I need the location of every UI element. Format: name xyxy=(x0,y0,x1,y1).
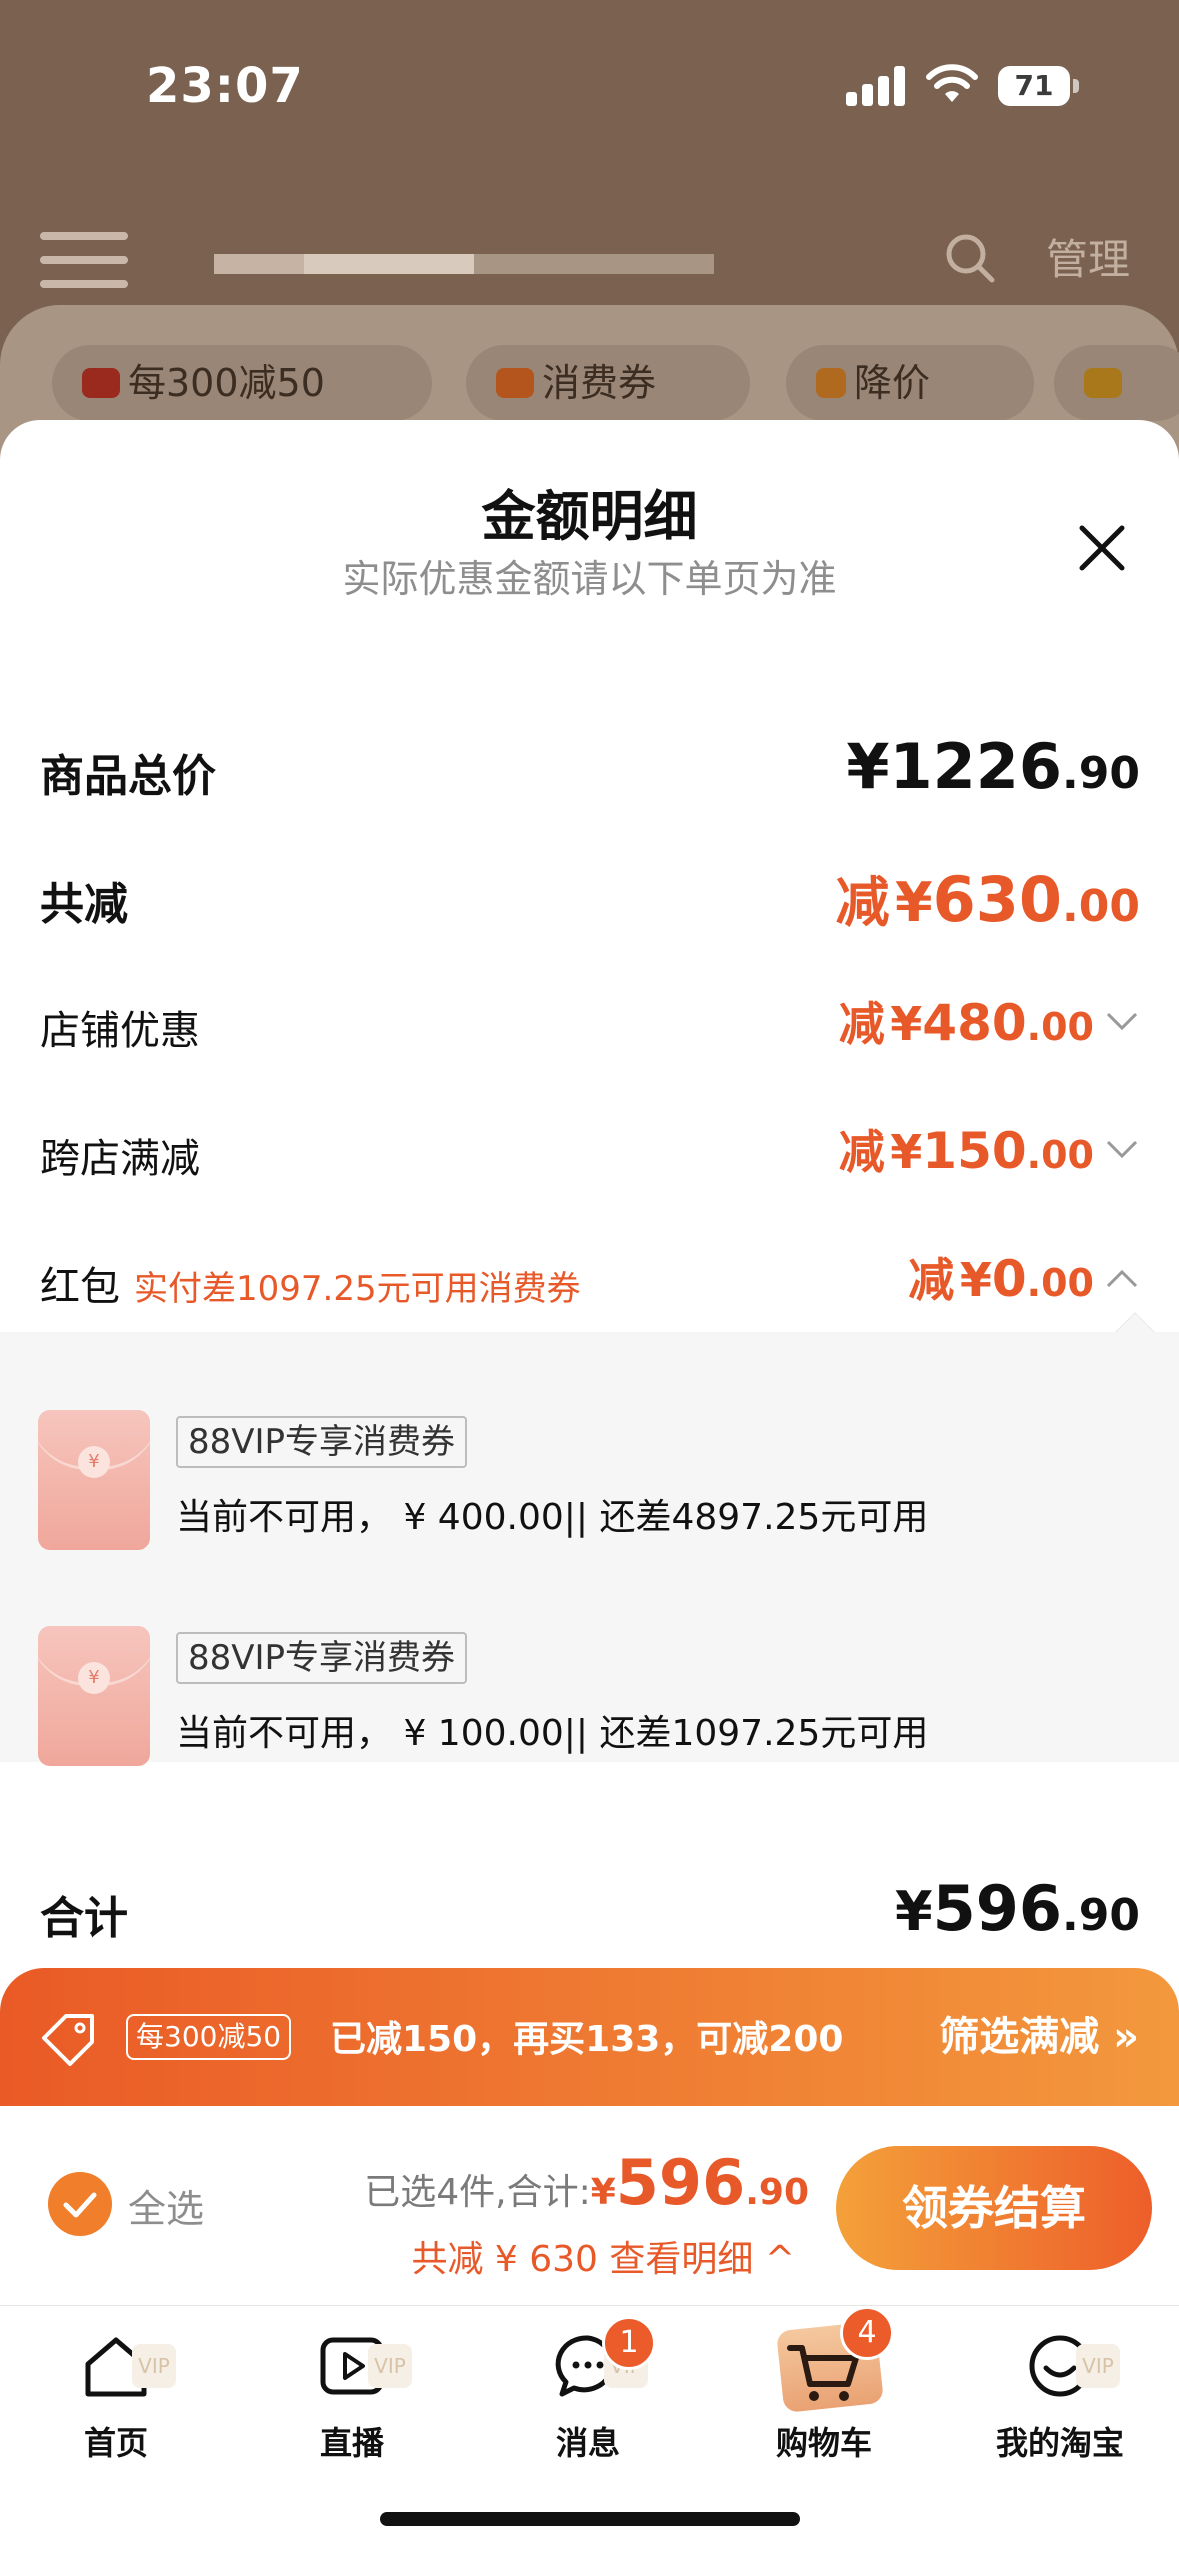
row-total-discount: 共减 减 ¥630.00 xyxy=(40,858,1140,938)
total-discount-amount: 减 ¥630.00 xyxy=(835,863,1140,936)
total-discount-label: 共减 xyxy=(40,879,128,930)
promo-bar[interactable]: 每300减50 已减150，再买133，可减200 筛选满减 » xyxy=(0,1968,1179,2108)
folder-icon xyxy=(1084,368,1122,398)
tab-cart[interactable]: 4 购物车 xyxy=(744,2306,904,2462)
row-cross-store-discount[interactable]: 跨店满减 减 ¥150.00 xyxy=(40,1116,1140,1196)
red-packet-label: 红包 实付差1097.25元可用消费券 xyxy=(40,1264,581,1310)
coupon-icon xyxy=(496,368,534,398)
checkmark-icon xyxy=(63,2192,97,2218)
row-red-packet[interactable]: 红包 实付差1097.25元可用消费券 减 ¥0.00 xyxy=(40,1244,1140,1324)
tab-home[interactable]: VIP 首页 xyxy=(36,2320,196,2462)
checkout-button[interactable]: 领券结算 xyxy=(836,2146,1152,2270)
coupon-item[interactable]: ¥ 88VIP专享消费券 当前不可用， ¥ 400.00|| 还差4897.25… xyxy=(38,1410,1138,1550)
message-count-badge: 1 xyxy=(602,2316,656,2370)
tab-messages[interactable]: VIP 1 消息 xyxy=(508,2316,668,2462)
red-envelope-icon: ¥ xyxy=(38,1626,150,1766)
chip-folder xyxy=(1054,345,1179,421)
home-indicator xyxy=(380,2512,800,2526)
red-packet-note: 实付差1097.25元可用消费券 xyxy=(134,1269,581,1309)
chip-coupon: 消费券 xyxy=(466,345,750,421)
row-goods-total: 商品总价 ¥1226.90 xyxy=(40,730,1140,810)
select-all-checkbox[interactable] xyxy=(48,2172,112,2236)
cross-store-label: 跨店满减 xyxy=(40,1136,200,1182)
view-detail-link[interactable]: 共减 ¥ 630 查看明细 ^ xyxy=(411,2230,795,2282)
coupon-description: 当前不可用， ¥ 400.00|| 还差4897.25元可用 xyxy=(176,1497,929,1538)
checkout-bar: 全选 已选4件,合计:¥596.90 共减 ¥ 630 查看明细 ^ 领券结算 xyxy=(0,2106,1179,2306)
sum-amount: ¥596.90 xyxy=(895,1872,1140,1945)
vip-badge: VIP xyxy=(1076,2344,1120,2388)
signal-icon xyxy=(846,66,906,106)
background-tabs xyxy=(214,254,734,274)
chip-price-drop: 降价 xyxy=(786,345,1034,421)
filter-discount-link[interactable]: 筛选满减 » xyxy=(939,2004,1139,2062)
coupon-list: ¥ 88VIP专享消费券 当前不可用， ¥ 400.00|| 还差4897.25… xyxy=(0,1312,1179,1766)
cross-store-amount: 减 ¥150.00 xyxy=(838,1122,1094,1180)
background-header: 管理 xyxy=(0,220,1179,300)
coupon-tag: 88VIP专享消费券 xyxy=(176,1632,468,1684)
close-icon[interactable] xyxy=(1070,516,1134,580)
vip-badge: VIP xyxy=(132,2344,176,2388)
battery-icon: 71 xyxy=(998,66,1079,106)
price-tag-icon xyxy=(42,2014,94,2066)
sheet-title: 金额明细 xyxy=(481,485,698,548)
store-icon xyxy=(82,368,120,398)
manage-link: 管理 xyxy=(1046,235,1131,284)
red-packet-amount: 减 ¥0.00 xyxy=(908,1250,1094,1308)
row-sum: 合计 ¥596.90 xyxy=(40,1872,1140,1952)
chevron-up-icon[interactable] xyxy=(1104,1260,1140,1296)
vip-badge: VIP xyxy=(368,2344,412,2388)
sheet-subtitle: 实际优惠金额请以下单页为准 xyxy=(342,557,837,601)
store-discount-label: 店铺优惠 xyxy=(40,1008,200,1054)
chip-discount: 每300减50 xyxy=(52,345,432,421)
arrow-down-icon xyxy=(816,368,846,398)
chevron-down-icon[interactable] xyxy=(1104,1004,1140,1040)
tab-my-taobao[interactable]: VIP 我的淘宝 xyxy=(980,2320,1140,2462)
coupon-description: 当前不可用， ¥ 100.00|| 还差1097.25元可用 xyxy=(176,1713,929,1754)
tab-live[interactable]: VIP 直播 xyxy=(272,2320,432,2462)
sum-label: 合计 xyxy=(40,1893,128,1944)
status-bar: 23:07 71 xyxy=(0,0,1179,170)
coupon-item[interactable]: ¥ 88VIP专享消费券 当前不可用， ¥ 100.00|| 还差1097.25… xyxy=(38,1626,1138,1766)
goods-total-label: 商品总价 xyxy=(40,751,216,802)
row-store-discount[interactable]: 店铺优惠 减 ¥480.00 xyxy=(40,988,1140,1068)
promo-message: 已减150，再买133，可减200 xyxy=(330,2019,844,2060)
menu-icon xyxy=(40,232,128,288)
store-discount-amount: 减 ¥480.00 xyxy=(838,994,1094,1052)
coupon-tag: 88VIP专享消费券 xyxy=(176,1416,468,1468)
red-envelope-icon: ¥ xyxy=(38,1410,150,1550)
promo-rule-pill: 每300减50 xyxy=(126,2014,292,2060)
select-all-label[interactable]: 全选 xyxy=(128,2178,204,2233)
status-time: 23:07 xyxy=(146,58,304,114)
search-icon xyxy=(946,234,995,283)
chevron-down-icon[interactable] xyxy=(1104,1132,1140,1168)
selected-sum: 已选4件,合计:¥596.90 xyxy=(364,2146,809,2219)
wifi-icon xyxy=(926,64,978,102)
goods-total-amount: ¥1226.90 xyxy=(846,730,1140,803)
cart-count-badge: 4 xyxy=(840,2306,894,2360)
